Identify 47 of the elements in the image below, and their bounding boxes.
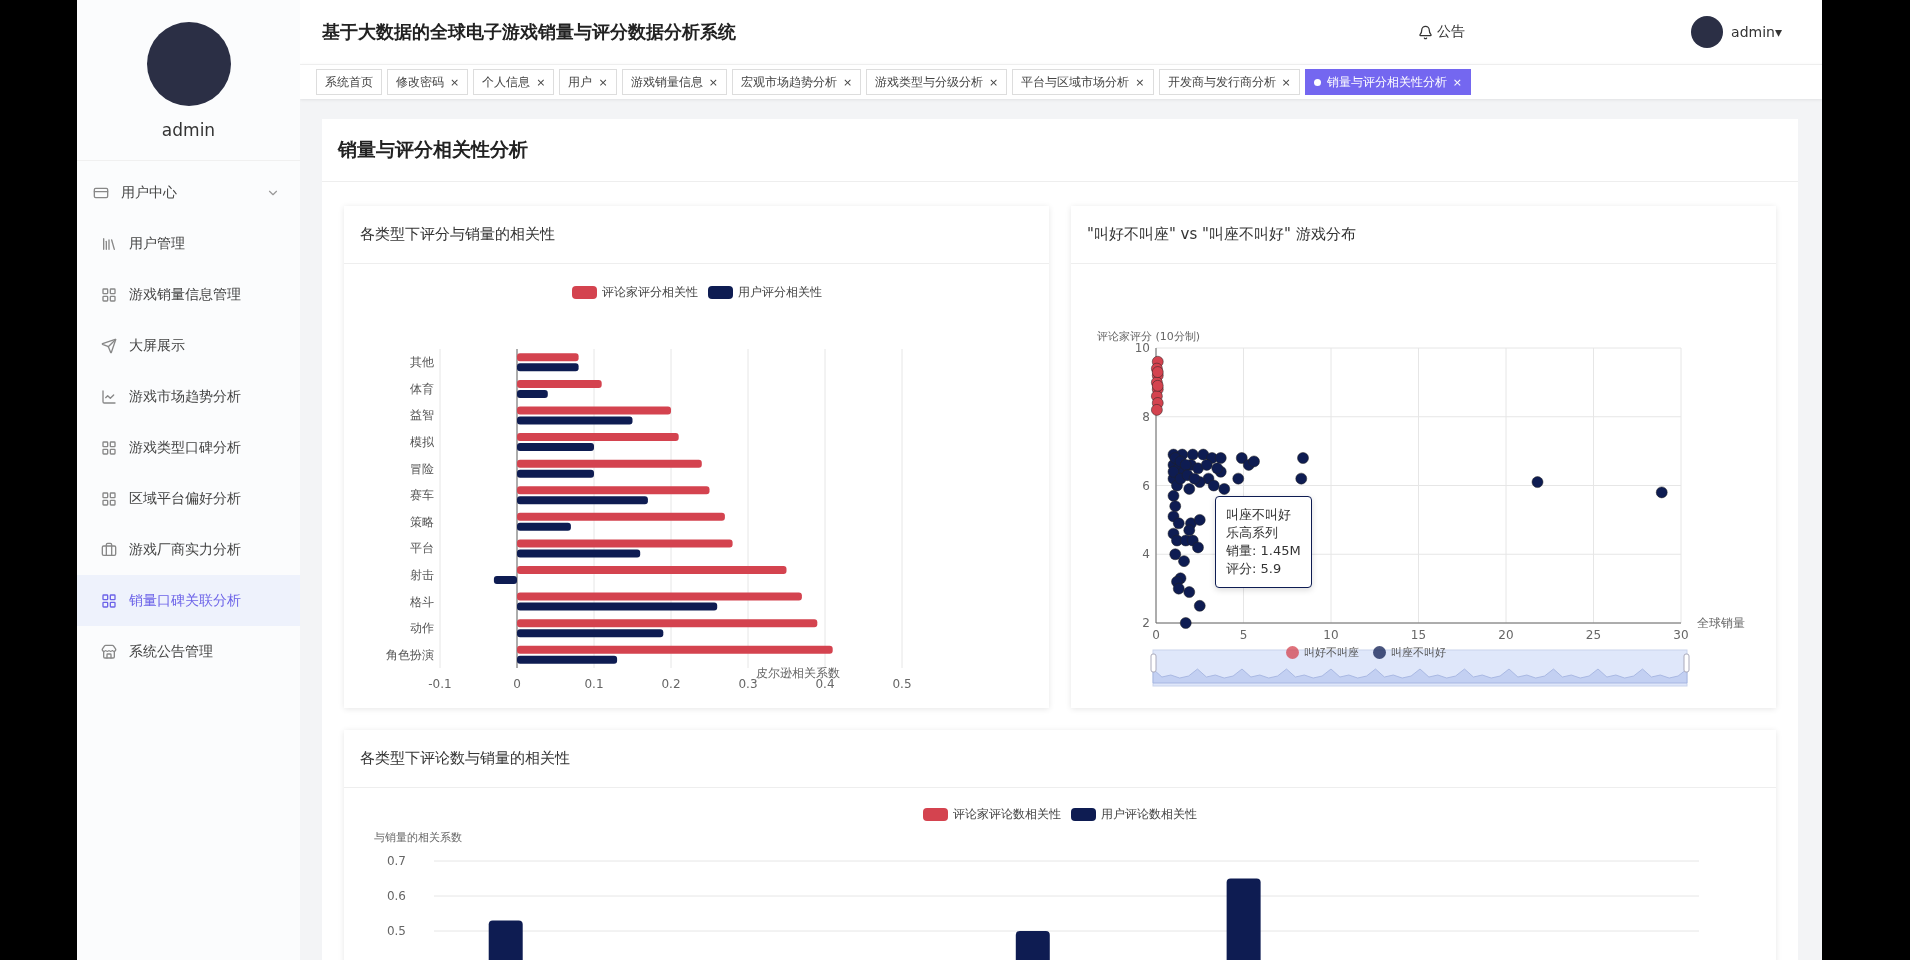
axis-tick-label: 10: [1134, 341, 1150, 355]
category-label: 其他: [410, 355, 434, 370]
axis-tick-label: 20: [1498, 628, 1514, 642]
axis-title: 全球销量: [1697, 616, 1745, 630]
tooltip-line: 乐高系列: [1226, 524, 1279, 542]
card-title: 各类型下评论数与销量的相关性: [344, 730, 1776, 788]
card-title: 各类型下评分与销量的相关性: [344, 206, 1049, 264]
category-label: 角色扮演: [386, 647, 434, 662]
axis-tick-label: 0.5: [892, 677, 912, 691]
category-label: 体育: [410, 381, 434, 396]
axis-tick-label: 0.5: [386, 924, 406, 938]
axis-tick-label: -0.1: [428, 677, 452, 691]
axis-tick-label: 25: [1585, 628, 1602, 642]
category-label: 格斗: [410, 594, 434, 609]
axis-title: 评论家评分 (10分制): [1097, 330, 1201, 343]
page-title: 销量与评分相关性分析: [322, 119, 1798, 182]
tooltip-line: 销量: 1.45M: [1226, 542, 1301, 560]
axis-tick-label: 0.6: [386, 889, 406, 903]
category-label: 策略: [410, 514, 434, 529]
category-label: 动作: [410, 621, 434, 636]
axis-title: 与销量的相关系数: [374, 831, 462, 844]
axis-tick-label: 0: [513, 677, 521, 691]
axis-tick-label: 4: [1142, 547, 1150, 562]
category-label: 模拟: [410, 435, 434, 450]
app-title: 基于大数据的全球电子游戏销量与评分数据分析系统: [322, 20, 737, 44]
tooltip-line: 评分: 5.9: [1226, 560, 1283, 578]
axis-tick-label: 0.2: [661, 677, 681, 691]
card-title: "叫好不叫座" vs "叫座不叫好" 游戏分布: [1071, 206, 1776, 264]
category-label: 射击: [410, 567, 434, 582]
tooltip-line: 叫座不叫好: [1226, 506, 1292, 524]
category-label: 冒险: [410, 461, 434, 476]
axis-tick-label: 0.3: [738, 677, 758, 691]
axis-tick-label: 0.7: [386, 854, 406, 868]
axis-tick-label: 0: [1152, 628, 1160, 642]
axis-tick-label: 8: [1142, 409, 1150, 424]
axis-tick-label: 0.1: [584, 677, 604, 691]
axis-tick-label: 30: [1673, 628, 1689, 642]
axis-tick-label: 2: [1142, 616, 1150, 630]
category-label: 赛车: [410, 488, 434, 503]
axis-tick-label: 5: [1239, 628, 1248, 642]
category-label: 平台: [410, 541, 434, 556]
axis-title: 皮尔逊相关系数: [756, 666, 840, 680]
axis-tick-label: 10: [1323, 628, 1339, 642]
username: admin: [161, 120, 216, 140]
axis-tick-label: 6: [1142, 478, 1150, 493]
category-label: 益智: [410, 408, 434, 423]
axis-tick-label: 15: [1410, 628, 1427, 642]
